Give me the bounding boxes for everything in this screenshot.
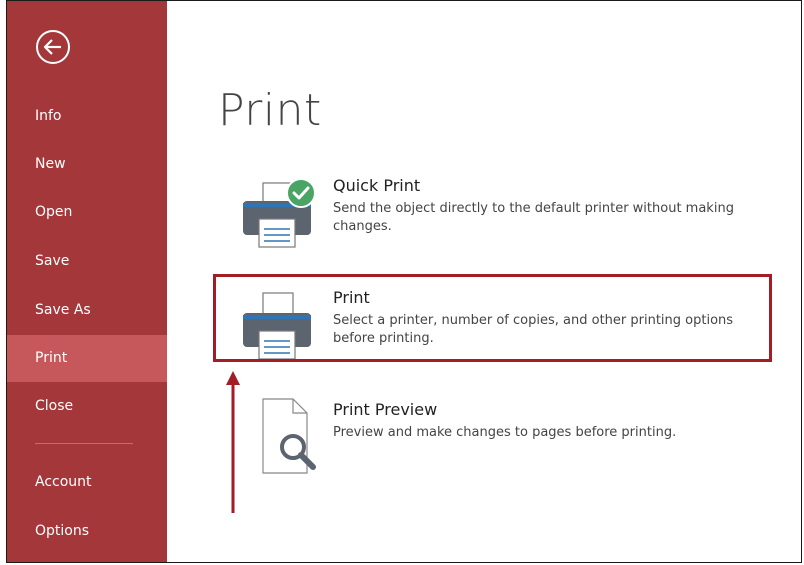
- sidebar-item-label: Info: [35, 108, 62, 124]
- sidebar-item-info[interactable]: Info: [7, 93, 167, 140]
- option-description: Select a printer, number of copies, and …: [333, 313, 734, 346]
- back-arrow-circle-icon: [36, 30, 70, 64]
- sidebar-item-label: Save: [35, 253, 70, 269]
- printer-icon: [233, 285, 323, 365]
- sidebar-item-new[interactable]: New: [7, 141, 167, 188]
- option-title: Quick Print: [333, 176, 421, 195]
- page-title: Print: [218, 85, 322, 136]
- backstage-sidebar: Info New Open Save Save As Print Close A…: [7, 1, 167, 562]
- print-preview-option[interactable]: Print Preview Preview and make changes t…: [223, 397, 763, 477]
- sidebar-item-label: New: [35, 156, 66, 172]
- sidebar-item-print[interactable]: Print: [7, 335, 167, 382]
- option-description: Preview and make changes to pages before…: [333, 425, 677, 440]
- sidebar-item-label: Save As: [35, 302, 91, 318]
- sidebar-item-save-as[interactable]: Save As: [7, 287, 167, 334]
- sidebar-item-account[interactable]: Account: [7, 459, 167, 506]
- sidebar-item-save[interactable]: Save: [7, 238, 167, 285]
- quick-print-option[interactable]: Quick Print Send the object directly to …: [223, 173, 763, 253]
- print-option[interactable]: Print Select a printer, number of copies…: [223, 285, 763, 365]
- sidebar-item-open[interactable]: Open: [7, 189, 167, 236]
- option-title: Print Preview: [333, 400, 438, 419]
- quick-print-icon: [233, 173, 323, 253]
- sidebar-item-label: Close: [35, 398, 74, 414]
- sidebar-item-close[interactable]: Close: [7, 383, 167, 430]
- sidebar-item-label: Print: [35, 350, 68, 366]
- sidebar-item-label: Options: [35, 523, 90, 539]
- sidebar-divider: [35, 443, 133, 444]
- sidebar-item-label: Open: [35, 204, 73, 220]
- option-description: Send the object directly to the default …: [333, 201, 734, 234]
- print-pane: Print Quick Print Send the object direct…: [167, 1, 801, 562]
- backstage-window: Info New Open Save Save As Print Close A…: [6, 0, 802, 563]
- option-title: Print: [333, 288, 370, 307]
- print-preview-icon: [233, 397, 323, 477]
- sidebar-item-options[interactable]: Options: [7, 508, 167, 555]
- sidebar-item-label: Account: [35, 474, 92, 490]
- back-button[interactable]: [35, 29, 71, 65]
